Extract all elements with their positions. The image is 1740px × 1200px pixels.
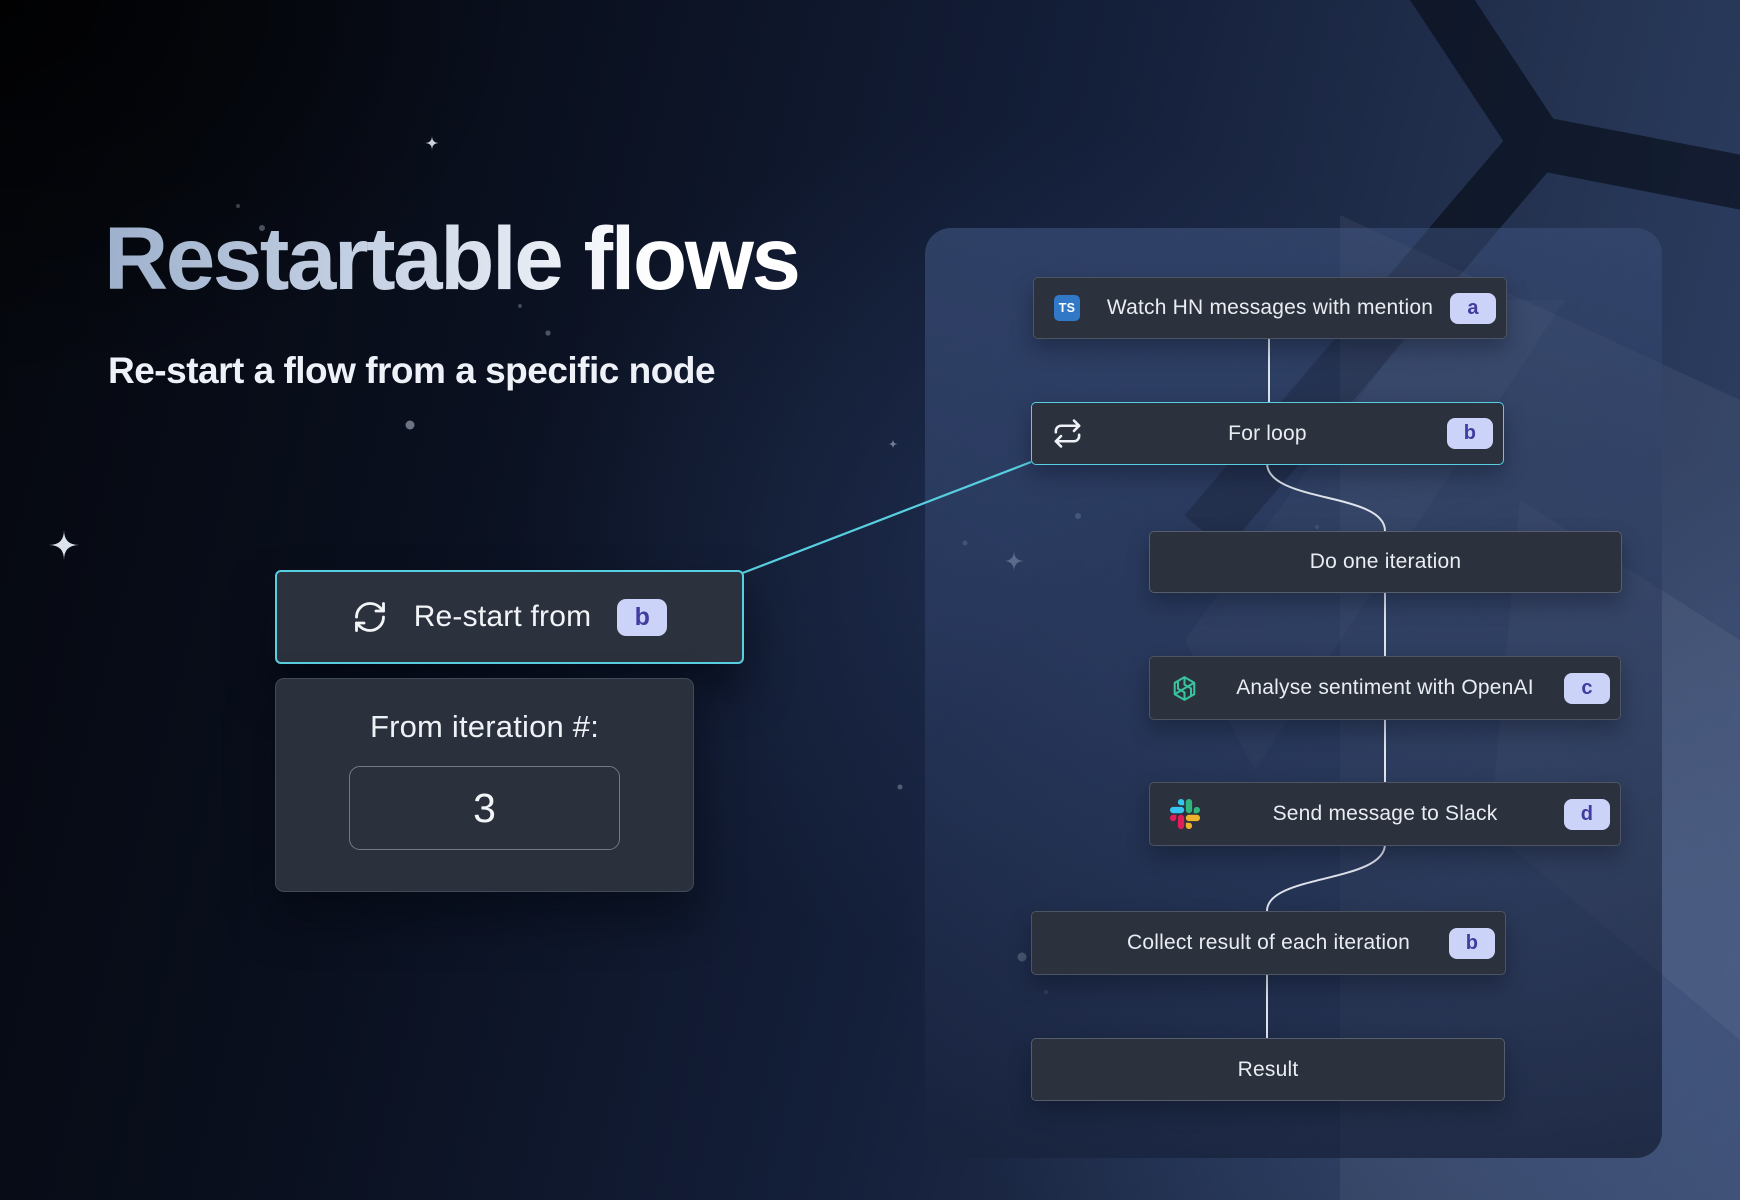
node-label: Send message to Slack [1273, 802, 1498, 826]
refresh-icon [352, 599, 388, 635]
typescript-icon: TS [1054, 295, 1080, 321]
restart-from-node[interactable]: Re-start from b [275, 570, 744, 664]
flow-node-slack[interactable]: Send message to Slack d [1149, 782, 1621, 846]
node-label: Result [1238, 1058, 1299, 1082]
restart-node-badge: b [617, 599, 667, 636]
node-badge-b2: b [1449, 928, 1495, 959]
openai-icon [1170, 674, 1199, 703]
flow-node-do-one-iteration[interactable]: Do one iteration [1149, 531, 1622, 593]
node-badge-d: d [1564, 799, 1610, 830]
flow-node-watch-hn[interactable]: TS Watch HN messages with mention a [1033, 277, 1507, 339]
node-label: For loop [1228, 422, 1307, 446]
iteration-input[interactable] [349, 766, 620, 850]
node-label: Do one iteration [1310, 550, 1461, 574]
restartable-flows-hero: Restartable flows Re-start a flow from a… [0, 0, 1740, 1200]
iteration-label: From iteration #: [370, 709, 599, 745]
page-title: Restartable flows [104, 212, 798, 305]
repeat-icon [1052, 418, 1083, 449]
node-badge-a: a [1450, 293, 1496, 324]
flow-node-result[interactable]: Result [1031, 1038, 1505, 1101]
slack-icon [1170, 799, 1200, 829]
node-badge-b: b [1447, 418, 1493, 449]
flow-node-openai[interactable]: Analyse sentiment with OpenAI c [1149, 656, 1621, 720]
node-label: Watch HN messages with mention [1107, 296, 1433, 320]
restart-node-label: Re-start from [414, 600, 592, 634]
node-badge-c: c [1564, 673, 1610, 704]
node-label: Collect result of each iteration [1127, 931, 1410, 955]
iteration-panel: From iteration #: [275, 678, 694, 892]
flow-node-collect-result[interactable]: Collect result of each iteration b [1031, 911, 1506, 975]
page-subtitle: Re-start a flow from a specific node [108, 350, 715, 392]
node-label: Analyse sentiment with OpenAI [1236, 676, 1534, 700]
flow-node-for-loop[interactable]: For loop b [1031, 402, 1504, 465]
